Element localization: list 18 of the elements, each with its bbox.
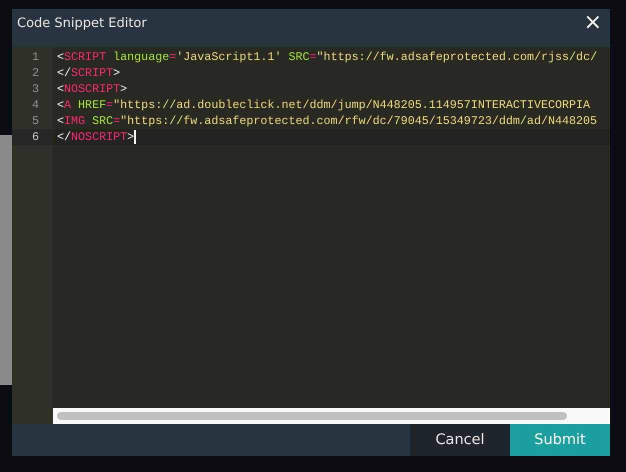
line-number: 4	[30, 97, 40, 113]
line-number: 2	[30, 65, 40, 81]
scrollbar-thumb[interactable]	[57, 412, 567, 420]
code-line: </SCRIPT>	[56, 65, 120, 81]
line-number: 5	[30, 113, 40, 129]
dialog-title: Code Snippet Editor	[17, 15, 147, 33]
code-line: </NOSCRIPT>	[56, 129, 136, 145]
code-editor[interactable]	[12, 47, 610, 424]
line-number: 3	[30, 81, 40, 97]
horizontal-scrollbar[interactable]	[53, 408, 610, 424]
close-button[interactable]: ×	[584, 14, 602, 32]
code-line: <SCRIPT language='JavaScript1.1' SRC="https://fw.adsafeprotected.com/rjss/dc/	[56, 49, 598, 65]
line-number: 1	[30, 49, 40, 65]
line-number: 6	[12, 129, 53, 145]
code-line: <NOSCRIPT>	[56, 81, 128, 97]
code-line: <A HREF="https://ad.doubleclick.net/ddm/jump/N448205.114957INTERACTIVECORPIA	[56, 97, 590, 113]
code-line: <IMG SRC="https://fw.adsafeprotected.com/rfw/dc/79045/15349723/ddm/ad/N448205	[56, 113, 598, 129]
cancel-button[interactable]: Cancel	[410, 424, 510, 456]
